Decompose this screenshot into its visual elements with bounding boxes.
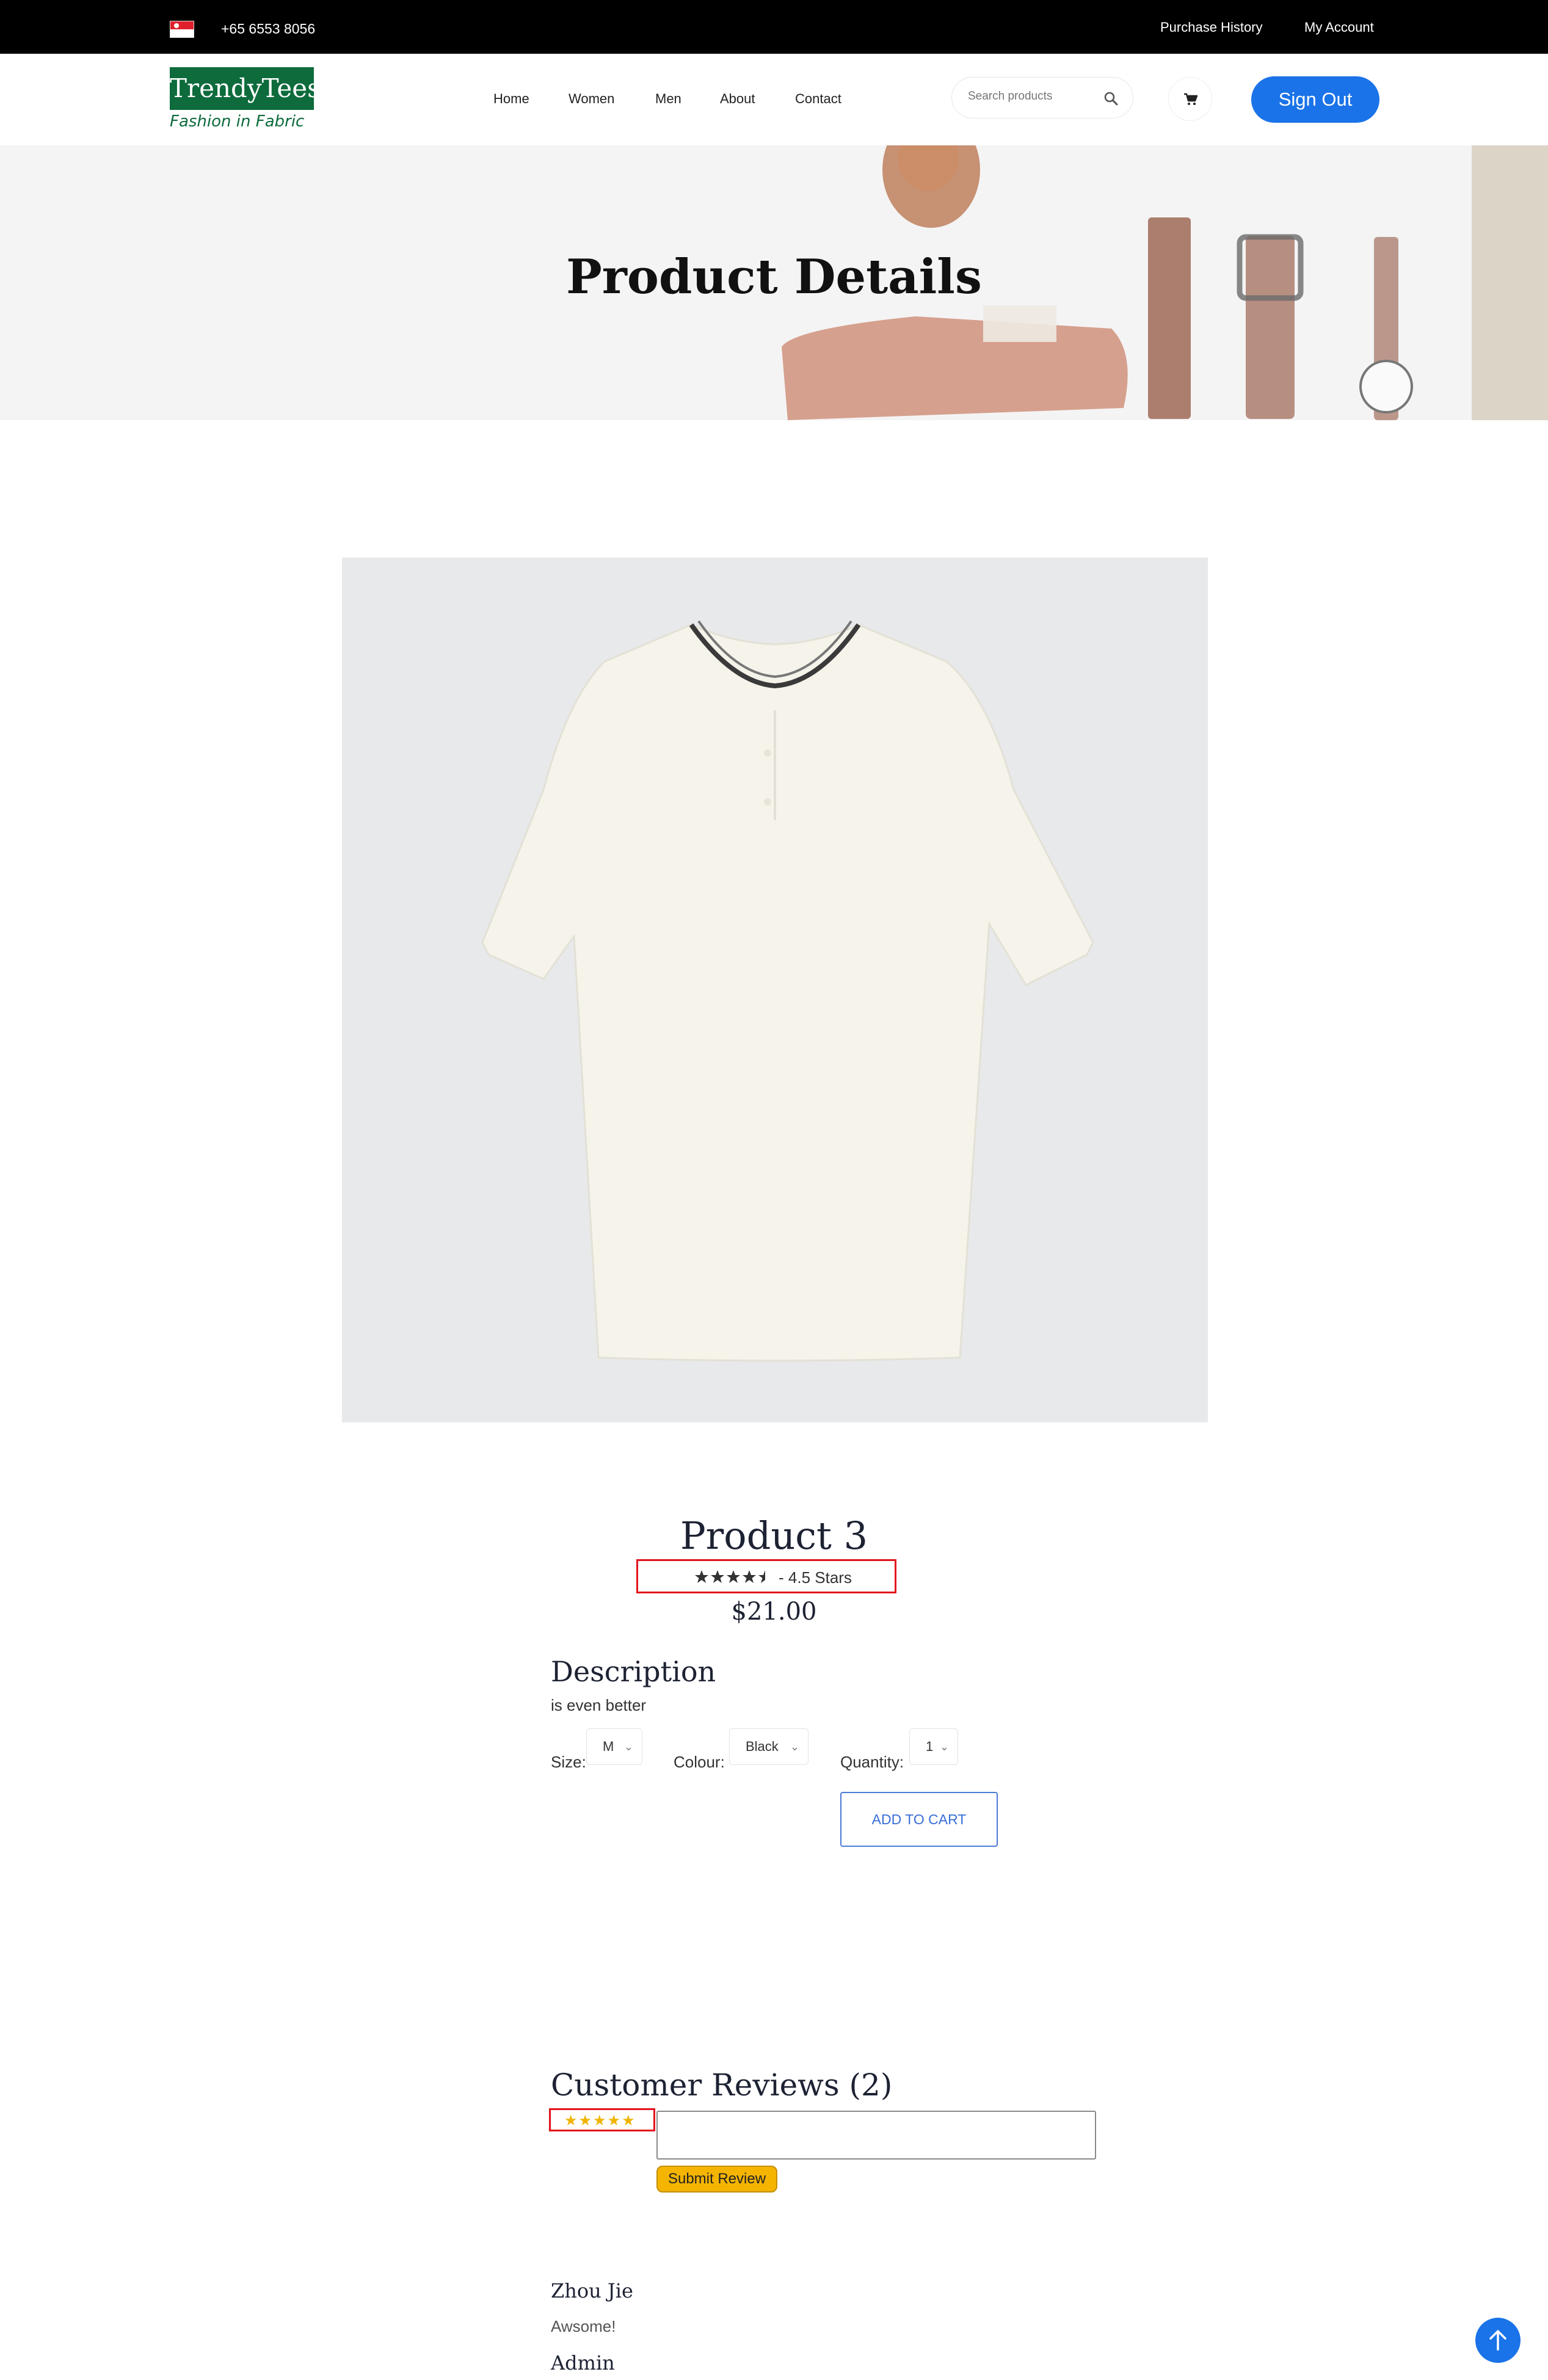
product-image <box>342 558 1208 1422</box>
sign-out-button[interactable]: Sign Out <box>1251 76 1379 123</box>
nav-contact[interactable]: Contact <box>795 91 841 107</box>
singapore-flag-icon <box>170 21 194 38</box>
colour-label: Colour: <box>674 1753 725 1771</box>
quantity-value: 1 <box>926 1739 934 1754</box>
quantity-select[interactable]: 1 ⌄ <box>909 1728 958 1765</box>
nav-about[interactable]: About <box>720 91 755 107</box>
purchase-history-link[interactable]: Purchase History <box>1160 20 1263 35</box>
cart-icon <box>1184 93 1198 105</box>
product-price: $21.00 <box>731 1598 817 1626</box>
arrow-up-icon <box>1489 2330 1506 2351</box>
scroll-to-top-button[interactable] <box>1475 2318 1521 2363</box>
review-textarea[interactable] <box>656 2111 1096 2160</box>
logo-tagline: Fashion in Fabric <box>170 112 305 131</box>
nav-women[interactable]: Women <box>569 91 614 107</box>
description-heading: Description <box>551 1655 716 1688</box>
review-author: Zhou Jie <box>551 2279 633 2302</box>
main-header: TrendyTees Fashion in Fabric Home Women … <box>0 54 1548 145</box>
product-name: Product 3 <box>680 1513 868 1558</box>
chevron-down-icon: ⌄ <box>939 1741 949 1753</box>
product-rating: - 4.5 Stars <box>636 1559 896 1593</box>
colour-value: Black <box>746 1739 779 1754</box>
submit-review-button[interactable]: Submit Review <box>656 2166 777 2193</box>
logo[interactable]: TrendyTees <box>170 67 321 110</box>
review-star-rating-input[interactable]: ★★★★★ <box>549 2108 655 2131</box>
page-banner: Product Details <box>0 145 1548 420</box>
colour-select[interactable]: Black ⌄ <box>729 1728 809 1765</box>
chevron-down-icon: ⌄ <box>623 1741 633 1753</box>
add-to-cart-button[interactable]: ADD TO CART <box>840 1792 998 1847</box>
search-icon[interactable] <box>1103 91 1118 106</box>
size-value: M <box>603 1739 614 1754</box>
top-bar: +65 6553 8056 Purchase History My Accoun… <box>0 0 1548 54</box>
nav-home[interactable]: Home <box>493 91 529 107</box>
cart-button[interactable] <box>1168 77 1212 121</box>
star-rating-icon[interactable]: ★★★★★ <box>564 2112 636 2130</box>
phone-number: +65 6553 8056 <box>221 21 316 37</box>
my-account-link[interactable]: My Account <box>1304 20 1374 35</box>
size-select[interactable]: M ⌄ <box>586 1728 642 1765</box>
nav-men[interactable]: Men <box>655 91 681 107</box>
page-title: Product Details <box>566 249 982 305</box>
chevron-down-icon: ⌄ <box>790 1741 799 1753</box>
review-author: Admin <box>551 2351 615 2375</box>
review-text: Awsome! <box>551 2317 616 2335</box>
polo-shirt-image <box>481 620 1094 1362</box>
search-box <box>951 77 1133 118</box>
quantity-label: Quantity: <box>840 1753 904 1771</box>
rating-label: - 4.5 Stars <box>779 1568 852 1587</box>
rating-stars-icon <box>695 1570 765 1583</box>
size-label: Size: <box>551 1753 586 1771</box>
search-input[interactable] <box>968 90 1090 103</box>
reviews-heading: Customer Reviews (2) <box>551 2067 893 2103</box>
description-text: is even better <box>551 1696 647 1714</box>
